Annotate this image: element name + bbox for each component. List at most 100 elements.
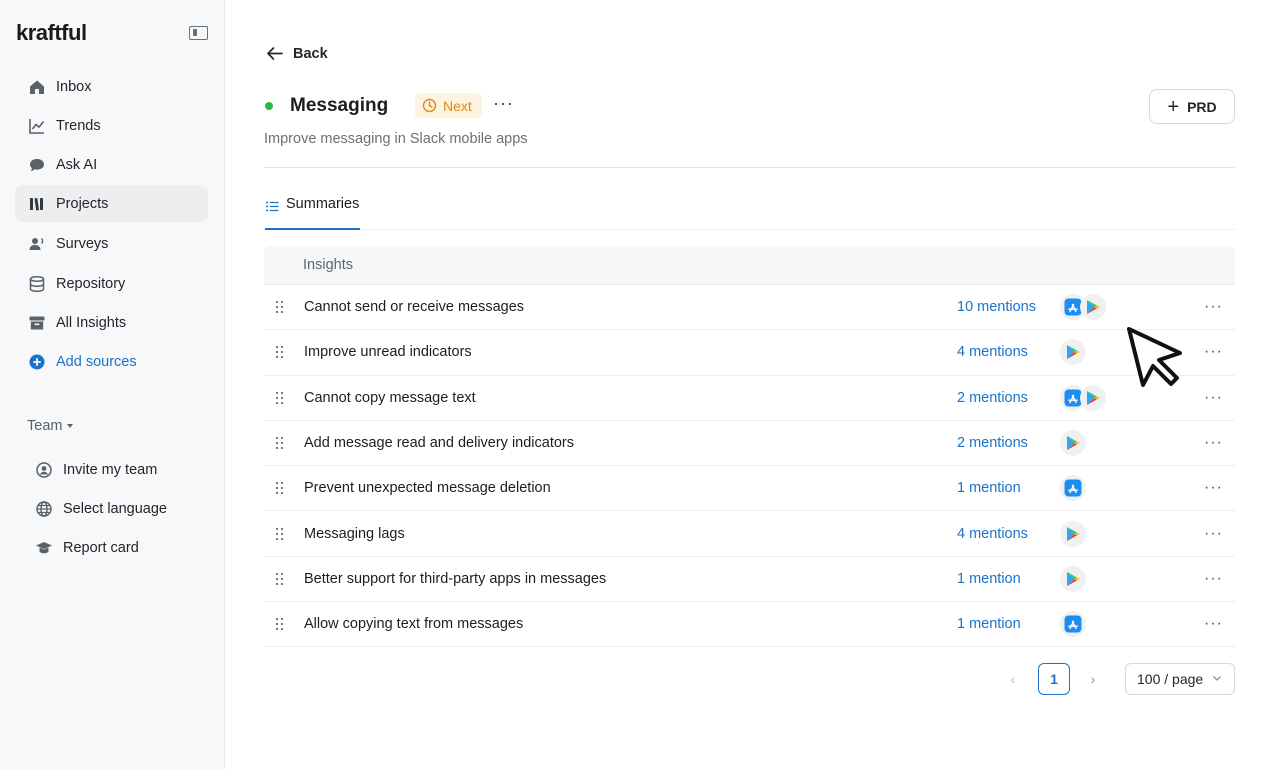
row-more-icon[interactable]: ···	[1204, 480, 1223, 496]
select-language-item[interactable]: Select language	[35, 494, 167, 524]
plus-circle-icon	[28, 353, 46, 371]
sidebar-item-label: Add sources	[56, 353, 137, 370]
back-button[interactable]: Back	[265, 44, 328, 63]
insight-title[interactable]: Add message read and delivery indicators	[304, 435, 574, 451]
tab-bar	[264, 229, 1235, 230]
insight-title[interactable]: Improve unread indicators	[304, 344, 472, 360]
app-store-icon	[1060, 611, 1086, 638]
insight-title[interactable]: Better support for third-party apps in m…	[304, 571, 606, 587]
tab-label: Summaries	[286, 196, 360, 212]
sidebar-item-repository[interactable]: Repository	[15, 265, 208, 302]
sidebar-item-projects[interactable]: Projects	[15, 185, 208, 222]
insight-title[interactable]: Messaging lags	[304, 526, 405, 542]
google-play-icon	[1060, 430, 1086, 457]
mentions-link[interactable]: 1 mention	[957, 480, 1021, 496]
archive-icon	[28, 314, 46, 332]
header-divider	[264, 167, 1235, 168]
next-page-icon[interactable]: ›	[1083, 669, 1103, 689]
plus-icon: +	[1167, 95, 1180, 118]
chevron-down-icon	[1213, 676, 1221, 681]
chat-bubble-icon	[28, 156, 46, 174]
collapse-sidebar-icon[interactable]	[189, 26, 208, 40]
sidebar-item-all-insights[interactable]: All Insights	[15, 304, 208, 341]
row-more-icon[interactable]: ···	[1204, 435, 1223, 451]
drag-handle-icon[interactable]	[276, 527, 284, 540]
drag-handle-icon[interactable]	[276, 437, 284, 450]
table-row[interactable]: Improve unread indicators 4 mentions ···	[264, 330, 1235, 376]
drag-handle-icon[interactable]	[276, 346, 284, 359]
row-more-icon[interactable]: ···	[1204, 616, 1223, 632]
invite-team-item[interactable]: Invite my team	[35, 455, 157, 485]
project-subtitle: Improve messaging in Slack mobile apps	[264, 131, 528, 147]
google-play-icon	[1060, 565, 1086, 592]
tab-summaries[interactable]: Summaries	[265, 196, 361, 230]
mentions-link[interactable]: 1 mention	[957, 616, 1021, 632]
drag-handle-icon[interactable]	[276, 482, 284, 495]
sidebar-item-surveys[interactable]: Surveys	[15, 225, 208, 262]
source-icons	[1060, 520, 1086, 547]
sidebar-item-label: All Insights	[56, 314, 127, 331]
table-row[interactable]: Prevent unexpected message deletion 1 men…	[264, 466, 1235, 512]
add-prd-button[interactable]: + PRD	[1149, 89, 1235, 124]
row-more-icon[interactable]: ···	[1204, 570, 1223, 586]
table-row[interactable]: Cannot send or receive messages 10 mentio…	[264, 285, 1235, 331]
row-more-icon[interactable]: ···	[1204, 299, 1223, 315]
page-number-button[interactable]: 1	[1038, 663, 1070, 695]
prd-button-label: PRD	[1187, 98, 1217, 115]
kraftful-logo[interactable]: kraftful	[16, 20, 87, 46]
row-more-icon[interactable]: ···	[1204, 389, 1223, 405]
table-row[interactable]: Allow copying text from messages 1 mentio…	[264, 602, 1235, 648]
source-icons	[1060, 565, 1086, 592]
table-row[interactable]: Cannot copy message text 2 mentions ···	[264, 376, 1235, 421]
sidebar-item-ask-ai[interactable]: Ask AI	[15, 146, 208, 183]
mentions-link[interactable]: 4 mentions	[957, 526, 1028, 542]
google-play-icon	[1080, 384, 1106, 411]
page-size-select[interactable]: 100 / page	[1125, 663, 1235, 695]
row-more-icon[interactable]: ···	[1204, 525, 1223, 541]
drag-handle-icon[interactable]	[276, 572, 284, 585]
mentions-link[interactable]: 4 mentions	[957, 344, 1028, 360]
prev-page-icon[interactable]: ‹	[1003, 669, 1023, 689]
clock-icon	[422, 98, 437, 113]
table-row[interactable]: Add message read and delivery indicators…	[264, 421, 1235, 467]
google-play-icon	[1080, 294, 1106, 321]
mentions-link[interactable]: 2 mentions	[957, 435, 1028, 451]
table-row[interactable]: Messaging lags 4 mentions ···	[264, 511, 1235, 557]
status-badge[interactable]: Next	[415, 93, 482, 118]
mentions-link[interactable]: 1 mention	[957, 571, 1021, 587]
table-row[interactable]: Better support for third-party apps in m…	[264, 557, 1235, 603]
sidebar-item-trends[interactable]: Trends	[15, 107, 208, 144]
drag-handle-icon[interactable]	[276, 391, 284, 404]
source-icons	[1060, 475, 1086, 502]
insight-title[interactable]: Allow copying text from messages	[304, 616, 523, 632]
arrow-left-icon	[267, 47, 283, 60]
row-more-icon[interactable]: ···	[1204, 344, 1223, 360]
insight-title[interactable]: Cannot send or receive messages	[304, 299, 524, 315]
drag-handle-icon[interactable]	[276, 618, 284, 631]
status-dot	[265, 102, 273, 110]
mentions-link[interactable]: 10 mentions	[957, 299, 1036, 315]
insight-title[interactable]: Prevent unexpected message deletion	[304, 480, 551, 496]
graduation-cap-icon	[35, 539, 53, 557]
team-item-label: Report card	[63, 540, 139, 556]
team-dropdown[interactable]: Team	[27, 418, 74, 434]
list-icon	[266, 201, 279, 212]
mentions-link[interactable]: 2 mentions	[957, 390, 1028, 406]
invite-user-icon	[35, 461, 53, 479]
projects-icon	[28, 195, 46, 213]
report-card-item[interactable]: Report card	[35, 533, 139, 563]
sidebar: kraftful Inbox Trends Ask AI Projects Su…	[0, 0, 225, 769]
survey-icon	[28, 235, 46, 253]
database-icon	[28, 275, 46, 293]
sidebar-item-label: Trends	[56, 117, 101, 134]
insight-title[interactable]: Cannot copy message text	[304, 390, 476, 406]
drag-handle-icon[interactable]	[276, 301, 284, 314]
mouse-pointer-icon	[1127, 327, 1182, 387]
home-icon	[28, 78, 46, 96]
badge-label: Next	[443, 97, 472, 114]
google-play-icon	[1060, 520, 1086, 547]
sidebar-item-inbox[interactable]: Inbox	[15, 68, 208, 105]
sidebar-item-add-sources[interactable]: Add sources	[15, 343, 208, 380]
project-more-icon[interactable]: ···	[493, 94, 514, 112]
source-icons	[1060, 611, 1086, 638]
